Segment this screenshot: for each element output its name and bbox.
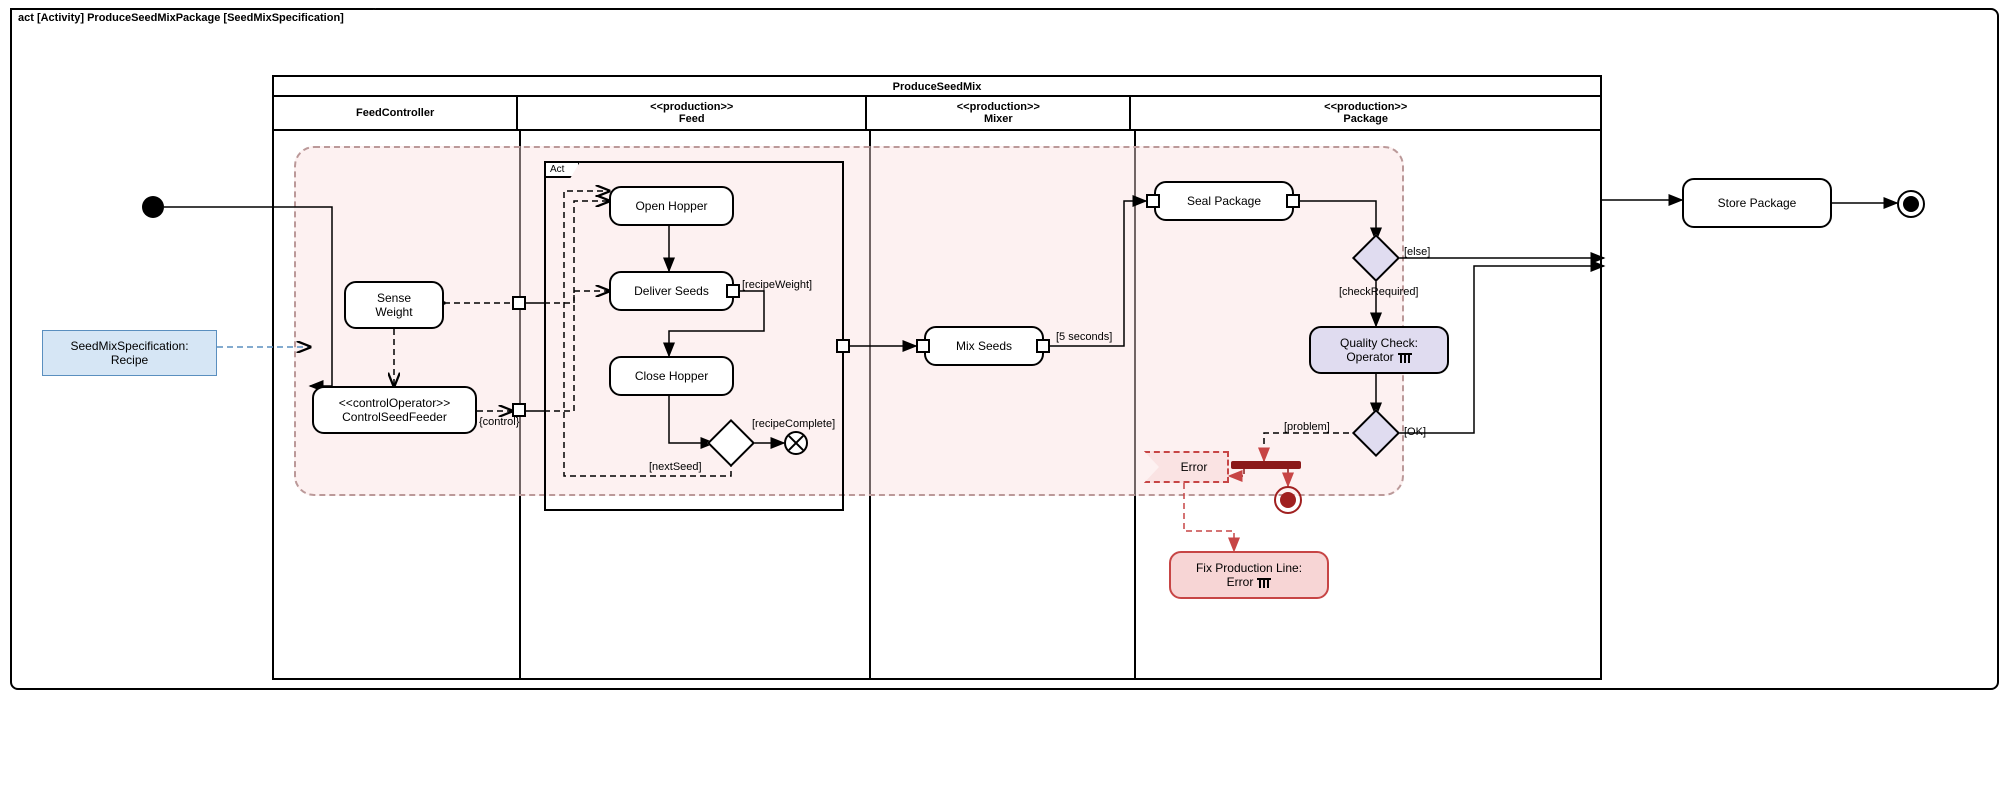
action-control-seed-feeder: <<controlOperator>>ControlSeedFeeder [312,386,477,434]
pin [1146,194,1160,208]
lane-label: FeedController [274,107,516,119]
action-seal-package: Seal Package [1154,181,1294,221]
guard-else: [else] [1404,246,1430,258]
guard-ok: [OK] [1404,426,1426,438]
action-sense-weight: Sense Weight [344,281,444,329]
fork-node [1231,461,1301,469]
stereotype-label: <<controlOperator>> [339,396,450,410]
lane-package: <<production>>Package [1131,97,1600,129]
lanes-header: FeedController <<production>>Feed <<prod… [274,97,1600,131]
guard-checkrequired: [checkRequired] [1339,286,1419,298]
action-deliver-seeds: Deliver Seeds [609,271,734,311]
guard-problem: [problem] [1284,421,1330,433]
action-store-package: Store Package [1682,178,1832,228]
pin [916,339,930,353]
pin [512,403,526,417]
pin [1286,194,1300,208]
guard-recipeweight: [recipeWeight] [742,279,812,291]
swimlane-produceseedmix: ProduceSeedMix FeedController <<producti… [272,75,1602,680]
lane-mixer: <<production>>Mixer [867,97,1131,129]
diagram-frame: act [Activity] ProduceSeedMixPackage [Se… [10,8,1999,690]
guard-recipecomplete: [recipeComplete] [752,418,835,430]
swimlane-title: ProduceSeedMix [274,77,1600,97]
rake-icon [1398,353,1412,363]
initial-node [142,196,164,218]
guard-control: {control} [479,416,519,428]
action-fix-production: Fix Production Line: Error [1169,551,1329,599]
action-mix-seeds: Mix Seeds [924,326,1044,366]
flow-final-node [784,431,808,455]
lane-feed: <<production>>Feed [518,97,867,129]
lane-label: Package [1131,113,1600,125]
lane-stereo: <<production>> [867,101,1129,113]
activity-final [1897,190,1925,218]
input-seedmixspec: SeedMixSpecification: Recipe [42,330,217,376]
pin [512,296,526,310]
lane-label: Mixer [867,113,1129,125]
lane-label: Feed [518,113,865,125]
action-label: ControlSeedFeeder [339,410,450,424]
action-label: Fix Production Line: Error [1196,561,1302,589]
pin [726,284,740,298]
structured-act-tab: Act [544,161,580,178]
action-close-hopper: Close Hopper [609,356,734,396]
action-open-hopper: Open Hopper [609,186,734,226]
lane-stereo: <<production>> [518,101,865,113]
guard-nextseed: [nextSeed] [649,461,702,473]
frame-header: act [Activity] ProduceSeedMixPackage [Se… [10,8,376,26]
pin [836,339,850,353]
guard-5seconds: [5 seconds] [1056,331,1112,343]
action-quality-check: Quality Check: Operator [1309,326,1449,374]
final-error [1274,486,1302,514]
lane-stereo: <<production>> [1131,101,1600,113]
lanes-body: Sense Weight <<controlOperator>>ControlS… [274,131,1600,678]
pin [1036,339,1050,353]
rake-icon [1257,578,1271,588]
lane-feedcontroller: FeedController [274,97,518,129]
